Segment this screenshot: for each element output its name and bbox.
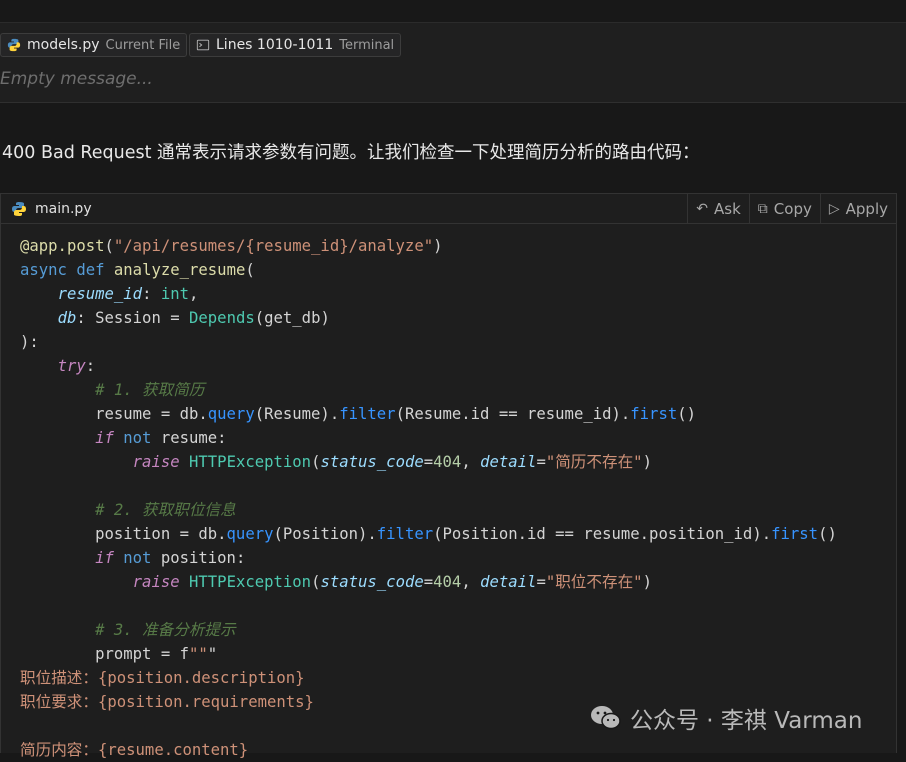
code-line: prompt = f"""	[20, 645, 218, 663]
ask-button[interactable]: ↶ Ask	[687, 194, 749, 223]
code-filename: main.py	[11, 201, 92, 217]
wechat-icon	[591, 706, 621, 730]
code-line: if not resume:	[95, 429, 227, 447]
context-chip-terminal[interactable]: Lines 1010-1011 Terminal	[189, 33, 402, 57]
code-line: db: Session = Depends(get_db)	[57, 309, 330, 327]
code-line: # 2. 获取职位信息	[20, 501, 236, 519]
code-line: # 1. 获取简历	[20, 381, 205, 399]
code-line: try:	[57, 357, 96, 375]
code-content[interactable]: @app.post("/api/resumes/{resume_id}/anal…	[1, 224, 896, 762]
code-line: 职位描述：{position.description}	[20, 669, 305, 687]
chip-filename: models.py	[27, 37, 100, 53]
code-line: position = db.query(Position).filter(Pos…	[20, 525, 837, 543]
chat-composer[interactable]: models.py Current File Lines 1010-1011 T…	[0, 23, 906, 103]
code-line: resume_id: int,	[57, 285, 199, 303]
code-line: raise HTTPException(status_code=404, det…	[132, 453, 652, 471]
code-line: resume = db.query(Resume).filter(Resume.…	[20, 405, 697, 423]
code-filename-label: main.py	[35, 200, 92, 217]
apply-label: Apply	[845, 199, 888, 218]
play-icon: ▷	[828, 200, 840, 217]
copy-button[interactable]: ⧉ Copy	[748, 194, 820, 223]
apply-button[interactable]: ▷ Apply	[819, 194, 896, 223]
code-actions: ↶ Ask ⧉ Copy ▷ Apply	[687, 194, 896, 223]
context-chip-models-py[interactable]: models.py Current File	[0, 33, 188, 57]
code-line: async def analyze_resume(	[20, 261, 255, 279]
copy-icon: ⧉	[757, 200, 768, 217]
code-block: main.py ↶ Ask ⧉ Copy ▷ Apply @app.post("…	[0, 193, 897, 759]
assistant-answer-text: 400 Bad Request 通常表示请求参数有问题。让我们检查一下处理简历分…	[2, 143, 700, 163]
watermark: 公众号 · 李祺 Varman	[590, 701, 862, 735]
message-placeholder[interactable]: Empty message...	[0, 69, 153, 89]
code-line: @app.post("/api/resumes/{resume_id}/anal…	[20, 237, 443, 255]
code-line: 简历内容：{resume.content}	[20, 741, 249, 759]
chip-subtitle: Current File	[105, 37, 181, 53]
python-file-icon	[7, 38, 21, 52]
undo-arrow-icon: ↶	[696, 200, 709, 217]
terminal-icon	[196, 39, 210, 51]
copy-label: Copy	[773, 199, 812, 218]
chip-subtitle: Terminal	[339, 37, 395, 53]
code-line: # 3. 准备分析提示	[20, 621, 236, 639]
chip-filename: Lines 1010-1011	[216, 37, 334, 53]
code-line: raise HTTPException(status_code=404, det…	[132, 573, 652, 591]
code-block-header: main.py ↶ Ask ⧉ Copy ▷ Apply	[1, 194, 896, 224]
code-line: if not position:	[95, 549, 246, 567]
watermark-text: 公众号 · 李祺 Varman	[630, 708, 863, 734]
python-file-icon	[12, 201, 26, 216]
code-line: ):	[20, 333, 39, 351]
ask-label: Ask	[714, 199, 741, 218]
top-bar	[0, 0, 906, 23]
